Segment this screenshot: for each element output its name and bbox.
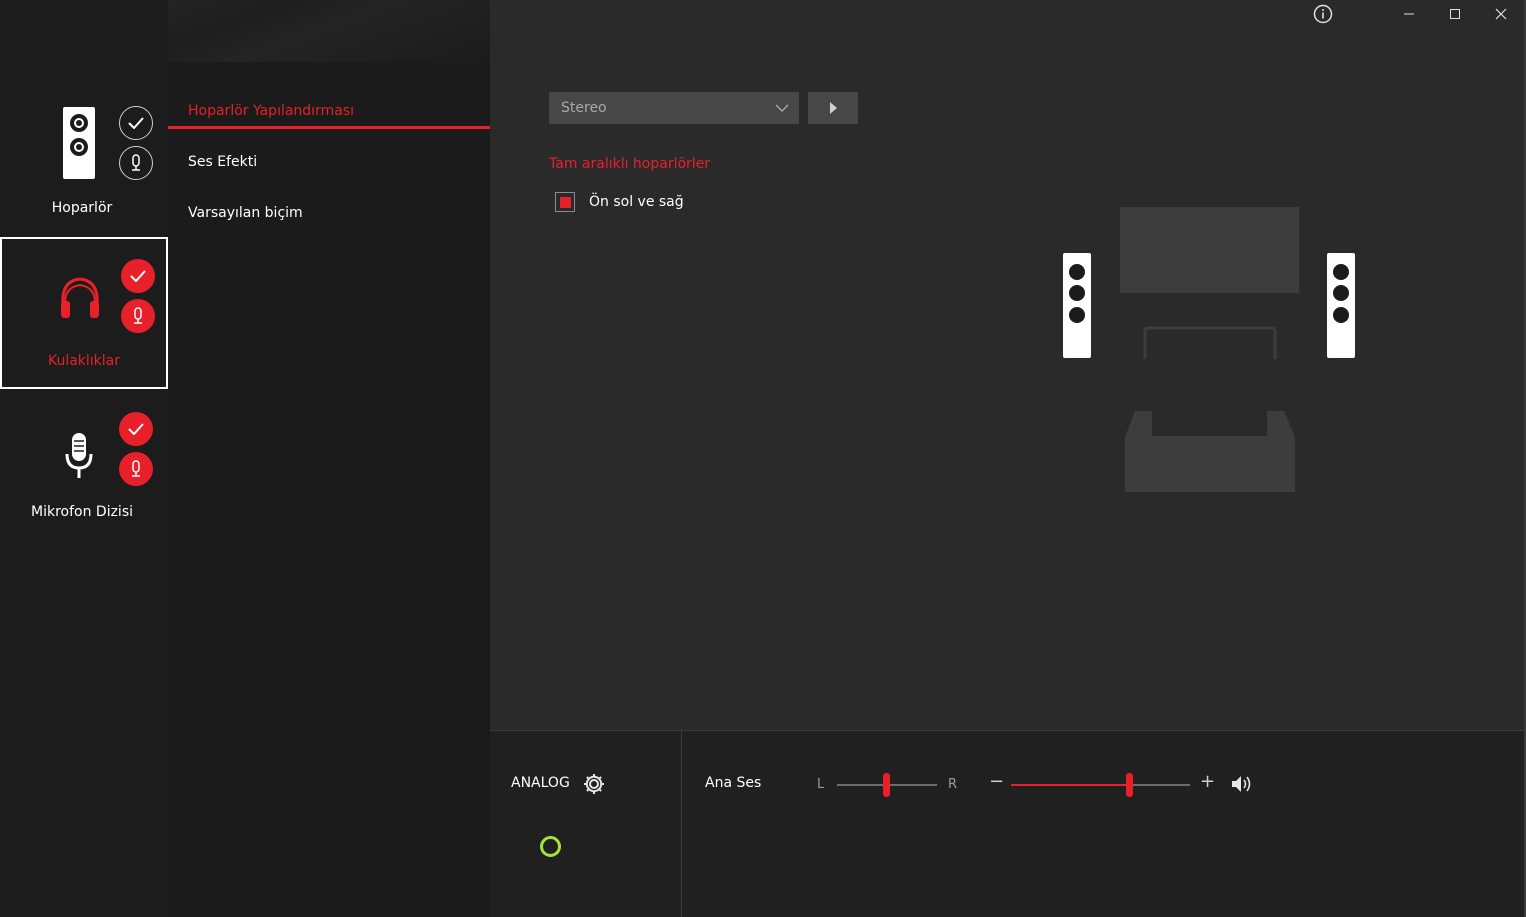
device-headphones-label: Kulaklıklar	[47, 353, 121, 369]
microphone-icon	[65, 433, 93, 478]
menu-sound-effect[interactable]: Ses Efekti	[168, 144, 490, 180]
main-panel: Stereo Tam aralıklı hoparlörler Ön sol v…	[490, 0, 1524, 730]
menu-speaker-configuration[interactable]: Hoparlör Yapılandırması	[168, 93, 490, 129]
volume-slider-thumb[interactable]	[1126, 773, 1133, 797]
menu-default-format[interactable]: Varsayılan biçim	[168, 195, 490, 231]
volume-decrease-button[interactable]: −	[989, 771, 1004, 792]
tv-screen-shape	[1120, 207, 1299, 293]
device-mic-array[interactable]: Mikrofon Dizisi	[0, 390, 168, 542]
device-speaker-label: Hoparlör	[51, 200, 113, 216]
speaker-mode-value: Stereo	[561, 100, 607, 116]
balance-right-label: R	[948, 777, 958, 792]
default-communication-mic-icon[interactable]	[121, 299, 155, 333]
tv-stand-shape	[1143, 326, 1277, 359]
front-left-right-option[interactable]: Ön sol ve sağ	[555, 191, 684, 213]
gear-icon[interactable]	[583, 773, 605, 795]
device-mic-array-label: Mikrofon Dizisi	[31, 504, 133, 520]
default-communication-mic-icon[interactable]	[119, 452, 153, 486]
play-icon	[830, 102, 837, 114]
panel-divider	[681, 731, 682, 917]
speaker-layout-illustration	[1063, 207, 1355, 492]
full-range-speakers-title: Tam aralıklı hoparlörler	[549, 156, 711, 172]
test-play-button[interactable]	[808, 92, 858, 124]
info-icon[interactable]	[1308, 4, 1338, 24]
volume-increase-button[interactable]: +	[1200, 771, 1215, 792]
front-left-right-checkbox[interactable]	[555, 192, 575, 212]
speaker-tower-icon	[63, 107, 95, 179]
device-speaker[interactable]: Hoparlör	[0, 84, 168, 236]
device-list: Hoparlör Kulaklıklar Mikrofon Dizisi	[0, 0, 168, 917]
left-speaker-icon	[1063, 253, 1091, 358]
sofa-shape	[1125, 411, 1295, 492]
bottom-control-panel: ANALOG Ana Ses L R − +	[490, 730, 1524, 917]
analog-jack-indicator[interactable]	[540, 836, 561, 857]
default-device-check-icon[interactable]	[119, 412, 153, 446]
chevron-down-icon	[775, 92, 789, 136]
msi-audio-app: msi Hoparlör	[0, 0, 1526, 917]
speaker-mode-select[interactable]: Stereo	[549, 92, 799, 124]
minimize-icon[interactable]	[1394, 4, 1424, 24]
balance-left-label: L	[817, 777, 825, 792]
default-device-check-icon[interactable]	[121, 259, 155, 293]
volume-speaker-icon[interactable]	[1231, 775, 1253, 793]
front-left-right-label: Ön sol ve sağ	[589, 194, 684, 210]
headphones-icon	[61, 277, 99, 318]
balance-slider-thumb[interactable]	[883, 773, 890, 797]
default-communication-mic-icon[interactable]	[119, 146, 153, 180]
analog-label: ANALOG	[511, 775, 570, 791]
maximize-icon[interactable]	[1440, 4, 1470, 24]
settings-menu: Hoparlör Yapılandırması Ses Efekti Varsa…	[168, 62, 490, 917]
default-device-check-icon[interactable]	[119, 106, 153, 140]
master-volume-label: Ana Ses	[705, 775, 762, 791]
device-headphones[interactable]: Kulaklıklar	[0, 237, 168, 389]
close-icon[interactable]	[1486, 4, 1516, 24]
volume-slider-fill	[1011, 784, 1131, 786]
right-speaker-icon	[1327, 253, 1355, 358]
